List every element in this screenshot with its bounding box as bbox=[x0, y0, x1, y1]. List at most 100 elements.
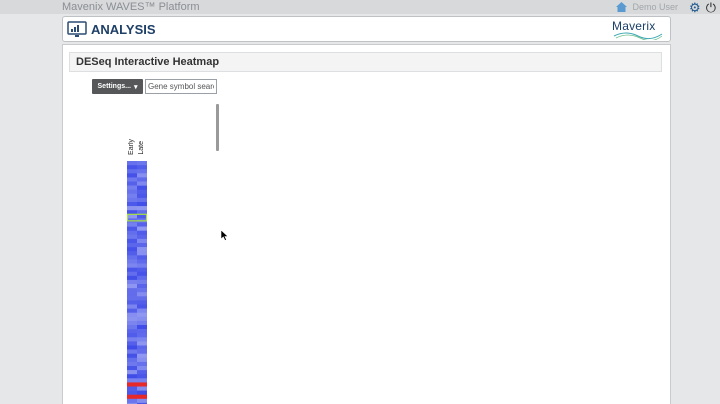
heatmap-cell[interactable] bbox=[127, 374, 137, 379]
heatmap-cell[interactable] bbox=[137, 247, 147, 252]
power-icon[interactable]: ⏻ bbox=[706, 1, 716, 14]
heatmap-cell[interactable] bbox=[127, 312, 137, 318]
heatmap-cell[interactable] bbox=[127, 181, 137, 186]
heatmap-cell[interactable] bbox=[127, 378, 137, 383]
home-icon[interactable] bbox=[615, 1, 628, 13]
heatmap-cell[interactable] bbox=[127, 230, 137, 236]
heatmap-cell[interactable] bbox=[137, 267, 147, 272]
heatmap-cell[interactable] bbox=[137, 243, 147, 248]
gear-icon[interactable]: ⚙ bbox=[689, 1, 701, 14]
heatmap-cell[interactable] bbox=[127, 185, 137, 190]
heatmap-cell[interactable] bbox=[127, 296, 137, 301]
heatmap-cell[interactable] bbox=[137, 288, 147, 293]
heatmap-cell[interactable] bbox=[127, 292, 137, 297]
heatmap-cell[interactable] bbox=[137, 312, 147, 318]
heatmap-cell[interactable] bbox=[127, 398, 137, 404]
heatmap-cell[interactable] bbox=[137, 271, 147, 277]
heatmap-cell[interactable] bbox=[127, 366, 137, 371]
heatmap-cell[interactable] bbox=[137, 316, 147, 322]
heatmap-cell[interactable] bbox=[137, 165, 147, 170]
heatmap-cell[interactable] bbox=[137, 263, 147, 268]
heatmap-cell[interactable] bbox=[137, 370, 147, 375]
heatmap-cell[interactable] bbox=[127, 234, 137, 240]
heatmap-cell[interactable] bbox=[137, 390, 147, 395]
heatmap-cell[interactable] bbox=[127, 288, 137, 293]
heatmap-cell[interactable] bbox=[137, 202, 147, 207]
heatmap-cell[interactable] bbox=[127, 394, 137, 400]
heatmap-cell[interactable] bbox=[127, 357, 137, 363]
heatmap-cell[interactable] bbox=[127, 247, 137, 252]
heatmap-cell[interactable] bbox=[137, 304, 147, 309]
heatmap-cell[interactable] bbox=[127, 193, 137, 199]
gene-search-input[interactable] bbox=[145, 79, 217, 94]
user-label[interactable]: Demo User bbox=[633, 2, 679, 12]
heatmap-cell[interactable] bbox=[137, 284, 147, 289]
heatmap-cell[interactable] bbox=[137, 251, 147, 256]
heatmap-cell[interactable] bbox=[137, 386, 147, 391]
heatmap-cell[interactable] bbox=[127, 243, 137, 248]
heatmap-cell[interactable] bbox=[127, 206, 137, 211]
heatmap-cell[interactable] bbox=[137, 341, 147, 346]
heatmap-cell[interactable] bbox=[137, 374, 147, 379]
heatmap-cell[interactable] bbox=[137, 300, 147, 305]
heatmap-cell[interactable] bbox=[127, 222, 137, 227]
heatmap-cell[interactable] bbox=[127, 370, 137, 375]
heatmap-grid[interactable] bbox=[127, 161, 147, 404]
heatmap-cell[interactable] bbox=[137, 181, 147, 186]
heatmap-cell[interactable] bbox=[137, 214, 147, 219]
heatmap-cell[interactable] bbox=[137, 398, 147, 404]
heatmap-cell[interactable] bbox=[127, 226, 137, 231]
heatmap-cell[interactable] bbox=[127, 197, 137, 203]
heatmap-cell[interactable] bbox=[127, 259, 137, 264]
heatmap-cell[interactable] bbox=[137, 382, 147, 387]
heatmap-cell[interactable] bbox=[137, 259, 147, 264]
heatmap-cell[interactable] bbox=[137, 185, 147, 190]
heatmap-cell[interactable] bbox=[137, 275, 147, 281]
heatmap-cell[interactable] bbox=[127, 333, 137, 338]
heatmap-cell[interactable] bbox=[127, 308, 137, 313]
heatmap-cell[interactable] bbox=[127, 329, 137, 334]
heatmap-cell[interactable] bbox=[127, 279, 137, 285]
heatmap-cell[interactable] bbox=[127, 214, 137, 219]
heatmap-cell[interactable] bbox=[137, 353, 147, 359]
heatmap-cell[interactable] bbox=[127, 304, 137, 309]
heatmap-cell[interactable] bbox=[127, 202, 137, 207]
heatmap-cell[interactable] bbox=[127, 173, 137, 178]
heatmap-cell[interactable] bbox=[137, 197, 147, 203]
heatmap-cell[interactable] bbox=[127, 353, 137, 359]
heatmap-cell[interactable] bbox=[137, 357, 147, 363]
heatmap-cell[interactable] bbox=[137, 292, 147, 297]
heatmap-cell[interactable] bbox=[127, 177, 137, 182]
heatmap-cell[interactable] bbox=[127, 300, 137, 305]
heatmap-cell[interactable] bbox=[127, 390, 137, 395]
heatmap-cell[interactable] bbox=[137, 189, 147, 195]
heatmap-cell[interactable] bbox=[127, 169, 137, 174]
heatmap-cell[interactable] bbox=[127, 255, 137, 260]
heatmap-cell[interactable] bbox=[137, 255, 147, 260]
heatmap-cell[interactable] bbox=[127, 267, 137, 272]
heatmap-cell[interactable] bbox=[137, 361, 147, 367]
heatmap-cell[interactable] bbox=[127, 361, 137, 367]
heatmap-cell[interactable] bbox=[127, 320, 137, 326]
heatmap-cell[interactable] bbox=[137, 169, 147, 174]
heatmap-cell[interactable] bbox=[127, 345, 137, 350]
heatmap-cell[interactable] bbox=[127, 325, 137, 330]
heatmap-cell[interactable] bbox=[127, 386, 137, 391]
settings-button[interactable]: Settings... ▾ bbox=[92, 79, 143, 94]
heatmap-cell[interactable] bbox=[127, 161, 137, 166]
heatmap-cell[interactable] bbox=[137, 177, 147, 182]
heatmap-cell[interactable] bbox=[137, 230, 147, 236]
heatmap-cell[interactable] bbox=[137, 206, 147, 211]
heatmap-cell[interactable] bbox=[137, 349, 147, 354]
heatmap-cell[interactable] bbox=[137, 320, 147, 326]
heatmap-cell[interactable] bbox=[137, 378, 147, 383]
heatmap-cell[interactable] bbox=[137, 161, 147, 166]
heatmap-cell[interactable] bbox=[127, 382, 137, 387]
heatmap-cell[interactable] bbox=[127, 251, 137, 256]
heatmap-cell[interactable] bbox=[127, 284, 137, 289]
heatmap-cell[interactable] bbox=[137, 173, 147, 178]
heatmap-cell[interactable] bbox=[127, 271, 137, 277]
heatmap-cell[interactable] bbox=[137, 308, 147, 313]
heatmap-cell[interactable] bbox=[137, 366, 147, 371]
heatmap-cell[interactable] bbox=[127, 189, 137, 195]
